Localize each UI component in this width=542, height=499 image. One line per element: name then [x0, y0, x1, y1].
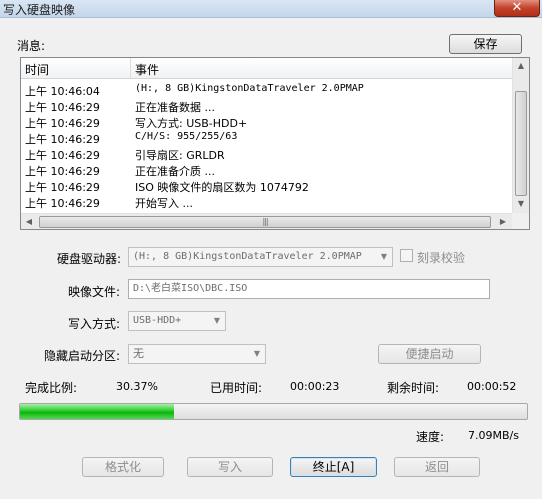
title-bar: 写入硬盘映像 — [0, 0, 542, 18]
log-time: 上午 10:46:29 — [25, 101, 100, 114]
log-row[interactable]: 上午 10:46:04 (H:, 8 GB)KingstonDataTravel… — [21, 82, 512, 98]
log-time: 上午 10:46:29 — [25, 165, 100, 178]
messages-label: 消息: — [17, 39, 46, 53]
verify-label[interactable]: 刻录校验 — [417, 249, 465, 266]
quick-boot-button[interactable]: 便捷启动 — [378, 344, 481, 364]
image-file-label: 映像文件: — [68, 285, 121, 299]
image-file-field[interactable]: D:\老白菜ISO\DBC.ISO — [128, 279, 490, 299]
log-time: 上午 10:46:29 — [25, 197, 100, 210]
log-row[interactable]: 上午 10:46:29 引导扇区: GRLDR — [21, 146, 512, 162]
drive-label: 硬盘驱动器: — [57, 252, 122, 266]
write-mode-label: 写入方式: — [68, 317, 121, 331]
log-event: 正在准备数据 ... — [135, 101, 215, 114]
log-time: 上午 10:46:29 — [25, 117, 100, 130]
column-separator[interactable] — [130, 58, 131, 79]
chevron-down-icon: ▼ — [380, 252, 388, 261]
scroll-up-icon[interactable]: ▲ — [513, 58, 529, 74]
log-rows: 上午 10:46:04 (H:, 8 GB)KingstonDataTravel… — [21, 82, 512, 210]
progress-fill — [20, 404, 174, 419]
log-time: 上午 10:46:29 — [25, 133, 100, 146]
log-row[interactable]: 上午 10:46:29 正在准备数据 ... — [21, 98, 512, 114]
percent-value: 30.37% — [116, 380, 158, 393]
log-row[interactable]: 上午 10:46:29 写入方式: USB-HDD+ — [21, 114, 512, 130]
log-row[interactable]: 上午 10:46:29 C/H/S: 955/255/63 — [21, 130, 512, 146]
log-event: 开始写入 ... — [135, 197, 193, 210]
log-event: ISO 映像文件的扇区数为 1074792 — [135, 181, 309, 194]
log-event: 引导扇区: GRLDR — [135, 149, 225, 162]
hidden-partition-label: 隐藏启动分区: — [44, 349, 121, 363]
write-button[interactable]: 写入 — [187, 457, 273, 477]
scroll-down-icon[interactable]: ▼ — [513, 196, 529, 212]
scroll-corner — [512, 213, 529, 229]
close-icon: ✕ — [511, 0, 523, 15]
speed-value: 7.09MB/s — [468, 429, 519, 442]
log-event: 正在准备介质 ... — [135, 165, 215, 178]
percent-label: 完成比例: — [25, 381, 78, 395]
log-time: 上午 10:46:29 — [25, 149, 100, 162]
write-disk-image-window: 写入硬盘映像 ✕ 消息: 保存 时间 事件 上午 10:46:04 (H:, 8… — [0, 0, 542, 499]
log-list[interactable]: 时间 事件 上午 10:46:04 (H:, 8 GB)KingstonData… — [20, 57, 530, 230]
save-button[interactable]: 保存 — [449, 34, 522, 54]
log-time: 上午 10:46:04 — [25, 85, 100, 98]
log-row[interactable]: 上午 10:46:29 ISO 映像文件的扇区数为 1074792 — [21, 178, 512, 194]
remaining-label: 剩余时间: — [387, 381, 440, 395]
remaining-value: 00:00:52 — [467, 380, 517, 393]
elapsed-value: 00:00:23 — [290, 380, 340, 393]
log-event: (H:, 8 GB)KingstonDataTraveler 2.0PMAP — [135, 83, 364, 94]
chevron-down-icon: ▼ — [253, 349, 261, 358]
write-mode-value: USB-HDD+ — [133, 315, 182, 326]
elapsed-label: 已用时间: — [210, 381, 263, 395]
log-event: C/H/S: 955/255/63 — [135, 131, 238, 142]
write-progress-bar — [19, 403, 528, 420]
write-mode-select[interactable]: USB-HDD+ ▼ — [128, 311, 226, 331]
hidden-partition-select[interactable]: 无 ▼ — [128, 344, 266, 364]
window-title: 写入硬盘映像 — [3, 3, 76, 17]
vertical-scrollbar[interactable]: ▲ ▼ — [512, 58, 529, 213]
chevron-down-icon: ▼ — [213, 316, 221, 325]
hidden-partition-value: 无 — [133, 347, 144, 360]
log-time: 上午 10:46:29 — [25, 181, 100, 194]
verify-checkbox[interactable] — [400, 249, 413, 262]
scroll-right-icon[interactable]: ▶ — [495, 214, 511, 230]
log-row[interactable]: 上午 10:46:29 正在准备介质 ... — [21, 162, 512, 178]
drive-select[interactable]: (H:, 8 GB)KingstonDataTraveler 2.0PMAP ▼ — [128, 247, 393, 267]
speed-label: 速度: — [416, 430, 445, 444]
drive-select-value: (H:, 8 GB)KingstonDataTraveler 2.0PMAP — [133, 251, 362, 262]
back-button[interactable]: 返回 — [394, 457, 480, 477]
stop-button[interactable]: 终止[A] — [290, 457, 377, 477]
log-row[interactable]: 上午 10:46:29 开始写入 ... — [21, 194, 512, 210]
log-event: 写入方式: USB-HDD+ — [135, 117, 248, 130]
horizontal-scroll-thumb[interactable]: ||| — [39, 216, 491, 228]
horizontal-scrollbar[interactable]: ◀ ||| ▶ — [21, 213, 512, 229]
column-header-time[interactable]: 时间 — [25, 61, 49, 78]
close-button[interactable]: ✕ — [494, 0, 540, 17]
scroll-left-icon[interactable]: ◀ — [21, 214, 37, 230]
grip-icon: ||| — [262, 217, 268, 226]
format-button[interactable]: 格式化 — [82, 457, 164, 477]
log-header: 时间 事件 — [21, 58, 512, 79]
vertical-scroll-thumb[interactable] — [515, 91, 527, 196]
column-header-event[interactable]: 事件 — [135, 61, 159, 78]
